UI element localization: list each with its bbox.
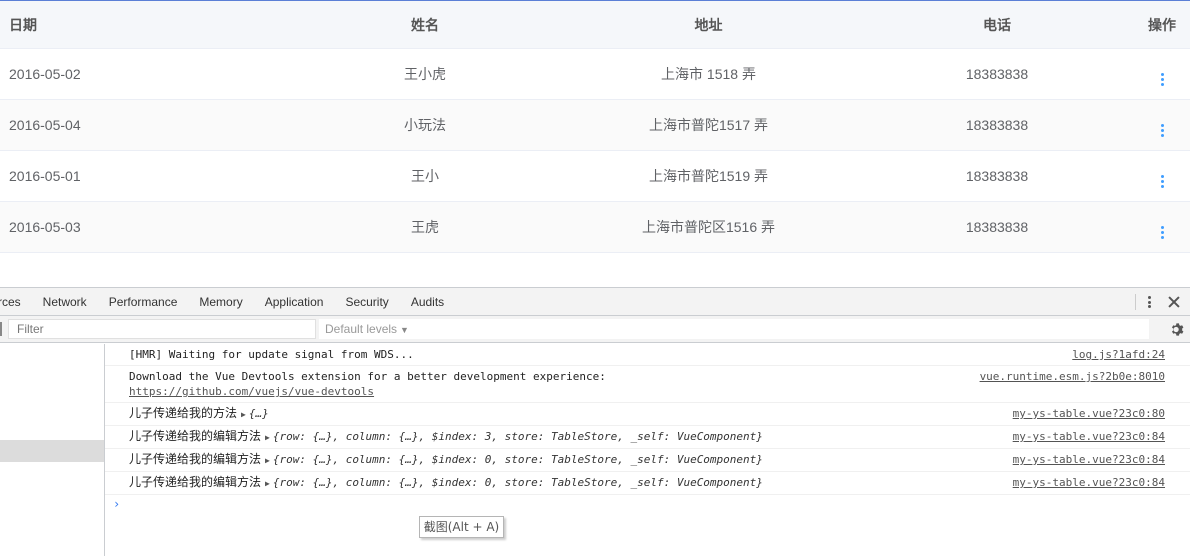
tab-application[interactable]: Application (254, 288, 335, 316)
cell-name: 小玩法 (404, 117, 446, 133)
expand-triangle-icon[interactable]: ▶ (265, 433, 270, 442)
more-vertical-icon[interactable] (1155, 225, 1169, 239)
message-text: 儿子传递给我的方法 (129, 406, 238, 420)
console-toolbar: Default levels▼ (0, 316, 1190, 343)
data-table: 日期 姓名 地址 电话 操作 2016-05-02 王小虎 上海市 1518 弄… (0, 1, 1190, 253)
devtools-tabbar: rces Network Performance Memory Applicat… (0, 288, 1190, 316)
gear-icon[interactable] (1170, 322, 1185, 337)
log-levels-label: Default levels (325, 322, 398, 336)
divider (1135, 294, 1136, 310)
cell-ops (1097, 165, 1190, 188)
cell-phone: 18383838 (965, 168, 1029, 184)
devtools-panel: rces Network Performance Memory Applicat… (0, 287, 1190, 556)
expand-triangle-icon[interactable]: ▶ (241, 410, 246, 419)
more-vertical-icon[interactable] (1155, 72, 1169, 86)
log-levels-dropdown[interactable]: Default levels ▼ (319, 319, 1149, 339)
tab-performance[interactable]: Performance (98, 288, 189, 316)
close-icon[interactable] (1167, 295, 1181, 309)
sidebar-selected-item[interactable] (0, 440, 104, 462)
devtools-window-controls (1135, 288, 1190, 316)
console-message: 儿子传递给我的方法 ▶ {…} my-ys-table.vue?23c0:80 (105, 403, 1190, 426)
message-text: 儿子传递给我的编辑方法 (129, 475, 262, 489)
expand-triangle-icon[interactable]: ▶ (265, 456, 270, 465)
cell-phone: 18383838 (965, 117, 1029, 133)
filter-input[interactable] (8, 319, 316, 339)
message-source-link[interactable]: my-ys-table.vue?23c0:84 (1013, 452, 1165, 467)
tab-memory[interactable]: Memory (188, 288, 253, 316)
sidebar-toggle-icon[interactable] (0, 322, 2, 336)
message-text: 儿子传递给我的编辑方法 (129, 452, 262, 466)
message-source-link[interactable]: my-ys-table.vue?23c0:84 (1013, 429, 1165, 444)
cell-ops (1097, 63, 1190, 86)
cell-name: 王虎 (411, 219, 439, 235)
console-message: [HMR] Waiting for update signal from WDS… (105, 344, 1190, 366)
table-row: 2016-05-02 王小虎 上海市 1518 弄 18383838 (0, 49, 1190, 100)
header-date: 日期 (9, 16, 37, 33)
message-object[interactable]: {…} (249, 407, 269, 420)
message-source-link[interactable]: my-ys-table.vue?23c0:84 (1013, 475, 1165, 490)
customize-menu-icon[interactable] (1148, 296, 1151, 308)
cell-address: 上海市 1518 弄 (661, 66, 756, 82)
table-row: 2016-05-03 王虎 上海市普陀区1516 弄 18383838 (0, 202, 1190, 253)
message-object[interactable]: {row: {…}, column: {…}, $index: 0, store… (273, 453, 763, 466)
message-text: Download the Vue Devtools extension for … (129, 370, 606, 383)
tab-security[interactable]: Security (334, 288, 399, 316)
console-message: 儿子传递给我的编辑方法 ▶ {row: {…}, column: {…}, $ind… (105, 426, 1190, 449)
message-object[interactable]: {row: {…}, column: {…}, $index: 3, store… (273, 430, 763, 443)
message-object[interactable]: {row: {…}, column: {…}, $index: 0, store… (273, 476, 763, 489)
message-source-link[interactable]: my-ys-table.vue?23c0:80 (1013, 406, 1165, 421)
screenshot-tooltip: 截图(Alt + A) (419, 516, 504, 538)
console-message: 儿子传递给我的编辑方法 ▶ {row: {…}, column: {…}, $ind… (105, 472, 1190, 495)
message-source-link[interactable]: log.js?1afd:24 (1072, 347, 1165, 362)
devtools-link[interactable]: https://github.com/vuejs/vue-devtools (129, 385, 374, 398)
table-header: 日期 姓名 地址 电话 操作 (0, 1, 1190, 49)
cell-name: 王小虎 (404, 66, 446, 82)
cell-ops (1097, 114, 1190, 137)
header-address: 地址 (694, 16, 723, 33)
message-text: [HMR] Waiting for update signal from WDS… (129, 348, 414, 361)
header-phone: 电话 (983, 16, 1011, 33)
console-messages: [HMR] Waiting for update signal from WDS… (105, 344, 1190, 556)
expand-triangle-icon[interactable]: ▶ (265, 479, 270, 488)
console-sidebar (0, 344, 105, 556)
cell-phone: 18383838 (965, 66, 1029, 82)
cell-date: 2016-05-02 (9, 66, 81, 82)
header-name: 姓名 (411, 16, 439, 33)
table-row: 2016-05-04 小玩法 上海市普陀1517 弄 18383838 (0, 100, 1190, 151)
tab-sources[interactable]: rces (0, 288, 32, 316)
console-message: Download the Vue Devtools extension for … (105, 366, 1190, 403)
message-source-link[interactable]: vue.runtime.esm.js?2b0e:8010 (980, 369, 1165, 384)
more-vertical-icon[interactable] (1155, 123, 1169, 137)
cell-address: 上海市普陀1519 弄 (648, 168, 769, 184)
cell-address: 上海市普陀1517 弄 (648, 117, 769, 133)
tab-audits[interactable]: Audits (400, 288, 455, 316)
cell-address: 上海市普陀区1516 弄 (641, 219, 776, 235)
console-prompt[interactable]: › (105, 495, 1190, 515)
cell-date: 2016-05-03 (9, 219, 81, 235)
cell-phone: 18383838 (965, 219, 1029, 235)
cell-ops (1097, 216, 1190, 239)
cell-name: 王小 (411, 168, 439, 184)
caret-down-icon: ▼ (400, 325, 409, 335)
more-vertical-icon[interactable] (1155, 174, 1169, 188)
header-ops: 操作 (1148, 16, 1176, 33)
cell-date: 2016-05-04 (9, 117, 81, 133)
table-row: 2016-05-01 王小 上海市普陀1519 弄 18383838 (0, 151, 1190, 202)
tab-network[interactable]: Network (32, 288, 98, 316)
cell-date: 2016-05-01 (9, 168, 81, 184)
console-message: 儿子传递给我的编辑方法 ▶ {row: {…}, column: {…}, $ind… (105, 449, 1190, 472)
console-area: [HMR] Waiting for update signal from WDS… (0, 344, 1190, 556)
message-text: 儿子传递给我的编辑方法 (129, 429, 262, 443)
